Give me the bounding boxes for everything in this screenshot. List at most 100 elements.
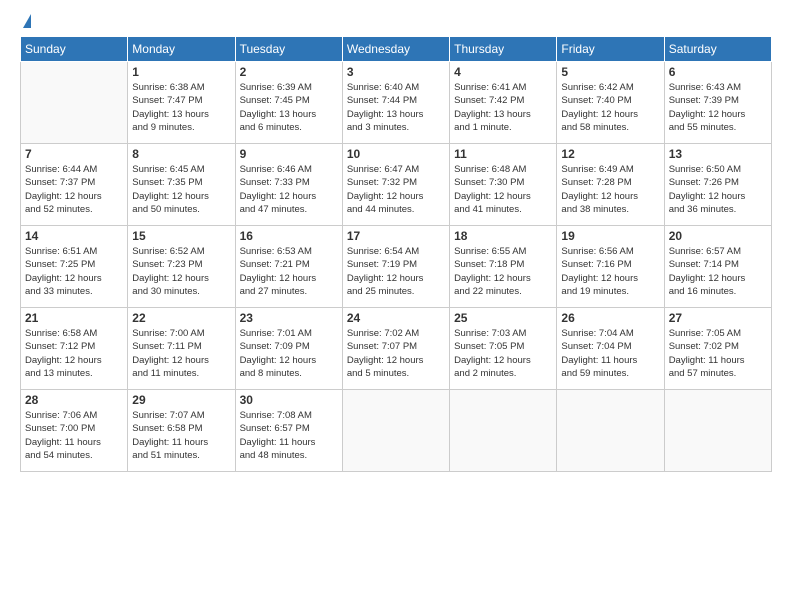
day-info: Sunrise: 6:38 AMSunset: 7:47 PMDaylight:…: [132, 81, 230, 134]
day-number: 17: [347, 229, 445, 243]
day-info: Sunrise: 6:46 AMSunset: 7:33 PMDaylight:…: [240, 163, 338, 216]
calendar-cell: 3 Sunrise: 6:40 AMSunset: 7:44 PMDaylight…: [342, 62, 449, 144]
calendar-cell: 27 Sunrise: 7:05 AMSunset: 7:02 PMDayligh…: [664, 308, 771, 390]
day-number: 15: [132, 229, 230, 243]
week-row-2: 7 Sunrise: 6:44 AMSunset: 7:37 PMDaylight…: [21, 144, 772, 226]
day-number: 25: [454, 311, 552, 325]
calendar-cell: 10 Sunrise: 6:47 AMSunset: 7:32 PMDayligh…: [342, 144, 449, 226]
weekday-sunday: Sunday: [21, 37, 128, 62]
day-number: 11: [454, 147, 552, 161]
calendar-cell: [342, 390, 449, 472]
day-number: 10: [347, 147, 445, 161]
calendar-cell: 18 Sunrise: 6:55 AMSunset: 7:18 PMDayligh…: [450, 226, 557, 308]
day-number: 27: [669, 311, 767, 325]
calendar-cell: 1 Sunrise: 6:38 AMSunset: 7:47 PMDaylight…: [128, 62, 235, 144]
day-info: Sunrise: 7:01 AMSunset: 7:09 PMDaylight:…: [240, 327, 338, 380]
day-info: Sunrise: 6:45 AMSunset: 7:35 PMDaylight:…: [132, 163, 230, 216]
day-number: 18: [454, 229, 552, 243]
day-info: Sunrise: 7:00 AMSunset: 7:11 PMDaylight:…: [132, 327, 230, 380]
weekday-header-row: SundayMondayTuesdayWednesdayThursdayFrid…: [21, 37, 772, 62]
calendar-cell: 25 Sunrise: 7:03 AMSunset: 7:05 PMDayligh…: [450, 308, 557, 390]
calendar-cell: 4 Sunrise: 6:41 AMSunset: 7:42 PMDaylight…: [450, 62, 557, 144]
calendar-cell: 17 Sunrise: 6:54 AMSunset: 7:19 PMDayligh…: [342, 226, 449, 308]
calendar-cell: 6 Sunrise: 6:43 AMSunset: 7:39 PMDaylight…: [664, 62, 771, 144]
calendar-cell: 28Sunrise: 7:06 AMSunset: 7:00 PMDayligh…: [21, 390, 128, 472]
day-info: Sunrise: 6:44 AMSunset: 7:37 PMDaylight:…: [25, 163, 123, 216]
calendar-cell: [450, 390, 557, 472]
day-info: Sunrise: 7:03 AMSunset: 7:05 PMDaylight:…: [454, 327, 552, 380]
day-info: Sunrise: 6:42 AMSunset: 7:40 PMDaylight:…: [561, 81, 659, 134]
day-number: 29: [132, 393, 230, 407]
day-number: 7: [25, 147, 123, 161]
week-row-1: 1 Sunrise: 6:38 AMSunset: 7:47 PMDaylight…: [21, 62, 772, 144]
day-number: 1: [132, 65, 230, 79]
weekday-thursday: Thursday: [450, 37, 557, 62]
calendar-cell: 29 Sunrise: 7:07 AMSunset: 6:58 PMDayligh…: [128, 390, 235, 472]
day-number: 14: [25, 229, 123, 243]
day-number: 4: [454, 65, 552, 79]
day-number: 8: [132, 147, 230, 161]
calendar-cell: 16Sunrise: 6:53 AMSunset: 7:21 PMDayligh…: [235, 226, 342, 308]
logo: [20, 16, 31, 28]
calendar-cell: 15Sunrise: 6:52 AMSunset: 7:23 PMDayligh…: [128, 226, 235, 308]
calendar-cell: 20Sunrise: 6:57 AMSunset: 7:14 PMDayligh…: [664, 226, 771, 308]
day-number: 22: [132, 311, 230, 325]
calendar-cell: 23 Sunrise: 7:01 AMSunset: 7:09 PMDayligh…: [235, 308, 342, 390]
week-row-4: 21Sunrise: 6:58 AMSunset: 7:12 PMDayligh…: [21, 308, 772, 390]
calendar-cell: 19Sunrise: 6:56 AMSunset: 7:16 PMDayligh…: [557, 226, 664, 308]
day-info: Sunrise: 6:43 AMSunset: 7:39 PMDaylight:…: [669, 81, 767, 134]
weekday-monday: Monday: [128, 37, 235, 62]
week-row-3: 14Sunrise: 6:51 AMSunset: 7:25 PMDayligh…: [21, 226, 772, 308]
day-info: Sunrise: 6:53 AMSunset: 7:21 PMDaylight:…: [240, 245, 338, 298]
calendar-cell: [664, 390, 771, 472]
calendar-cell: 9 Sunrise: 6:46 AMSunset: 7:33 PMDaylight…: [235, 144, 342, 226]
day-number: 2: [240, 65, 338, 79]
logo-triangle-icon: [23, 14, 31, 28]
day-number: 21: [25, 311, 123, 325]
day-info: Sunrise: 7:04 AMSunset: 7:04 PMDaylight:…: [561, 327, 659, 380]
calendar-cell: [557, 390, 664, 472]
calendar-cell: 21Sunrise: 6:58 AMSunset: 7:12 PMDayligh…: [21, 308, 128, 390]
calendar-table: SundayMondayTuesdayWednesdayThursdayFrid…: [20, 36, 772, 472]
day-info: Sunrise: 6:55 AMSunset: 7:18 PMDaylight:…: [454, 245, 552, 298]
calendar-cell: 24 Sunrise: 7:02 AMSunset: 7:07 PMDayligh…: [342, 308, 449, 390]
day-info: Sunrise: 6:49 AMSunset: 7:28 PMDaylight:…: [561, 163, 659, 216]
calendar-cell: 5 Sunrise: 6:42 AMSunset: 7:40 PMDaylight…: [557, 62, 664, 144]
day-number: 26: [561, 311, 659, 325]
day-info: Sunrise: 6:40 AMSunset: 7:44 PMDaylight:…: [347, 81, 445, 134]
calendar-cell: 22 Sunrise: 7:00 AMSunset: 7:11 PMDayligh…: [128, 308, 235, 390]
calendar-cell: 12Sunrise: 6:49 AMSunset: 7:28 PMDayligh…: [557, 144, 664, 226]
day-info: Sunrise: 6:56 AMSunset: 7:16 PMDaylight:…: [561, 245, 659, 298]
calendar-cell: 11 Sunrise: 6:48 AMSunset: 7:30 PMDayligh…: [450, 144, 557, 226]
calendar-cell: 2 Sunrise: 6:39 AMSunset: 7:45 PMDaylight…: [235, 62, 342, 144]
calendar-cell: 30Sunrise: 7:08 AMSunset: 6:57 PMDayligh…: [235, 390, 342, 472]
weekday-wednesday: Wednesday: [342, 37, 449, 62]
day-number: 30: [240, 393, 338, 407]
page: SundayMondayTuesdayWednesdayThursdayFrid…: [0, 0, 792, 612]
week-row-5: 28Sunrise: 7:06 AMSunset: 7:00 PMDayligh…: [21, 390, 772, 472]
day-info: Sunrise: 7:05 AMSunset: 7:02 PMDaylight:…: [669, 327, 767, 380]
day-number: 23: [240, 311, 338, 325]
header: [20, 16, 772, 28]
day-number: 6: [669, 65, 767, 79]
day-number: 24: [347, 311, 445, 325]
day-info: Sunrise: 6:50 AMSunset: 7:26 PMDaylight:…: [669, 163, 767, 216]
calendar-cell: [21, 62, 128, 144]
day-info: Sunrise: 6:39 AMSunset: 7:45 PMDaylight:…: [240, 81, 338, 134]
weekday-tuesday: Tuesday: [235, 37, 342, 62]
day-info: Sunrise: 6:57 AMSunset: 7:14 PMDaylight:…: [669, 245, 767, 298]
day-info: Sunrise: 6:41 AMSunset: 7:42 PMDaylight:…: [454, 81, 552, 134]
day-number: 13: [669, 147, 767, 161]
calendar-cell: 7 Sunrise: 6:44 AMSunset: 7:37 PMDaylight…: [21, 144, 128, 226]
calendar-cell: 26 Sunrise: 7:04 AMSunset: 7:04 PMDayligh…: [557, 308, 664, 390]
day-info: Sunrise: 7:07 AMSunset: 6:58 PMDaylight:…: [132, 409, 230, 462]
day-info: Sunrise: 6:48 AMSunset: 7:30 PMDaylight:…: [454, 163, 552, 216]
day-number: 5: [561, 65, 659, 79]
weekday-friday: Friday: [557, 37, 664, 62]
day-info: Sunrise: 6:54 AMSunset: 7:19 PMDaylight:…: [347, 245, 445, 298]
day-number: 3: [347, 65, 445, 79]
day-info: Sunrise: 7:02 AMSunset: 7:07 PMDaylight:…: [347, 327, 445, 380]
day-number: 9: [240, 147, 338, 161]
calendar-cell: 14Sunrise: 6:51 AMSunset: 7:25 PMDayligh…: [21, 226, 128, 308]
day-info: Sunrise: 6:47 AMSunset: 7:32 PMDaylight:…: [347, 163, 445, 216]
